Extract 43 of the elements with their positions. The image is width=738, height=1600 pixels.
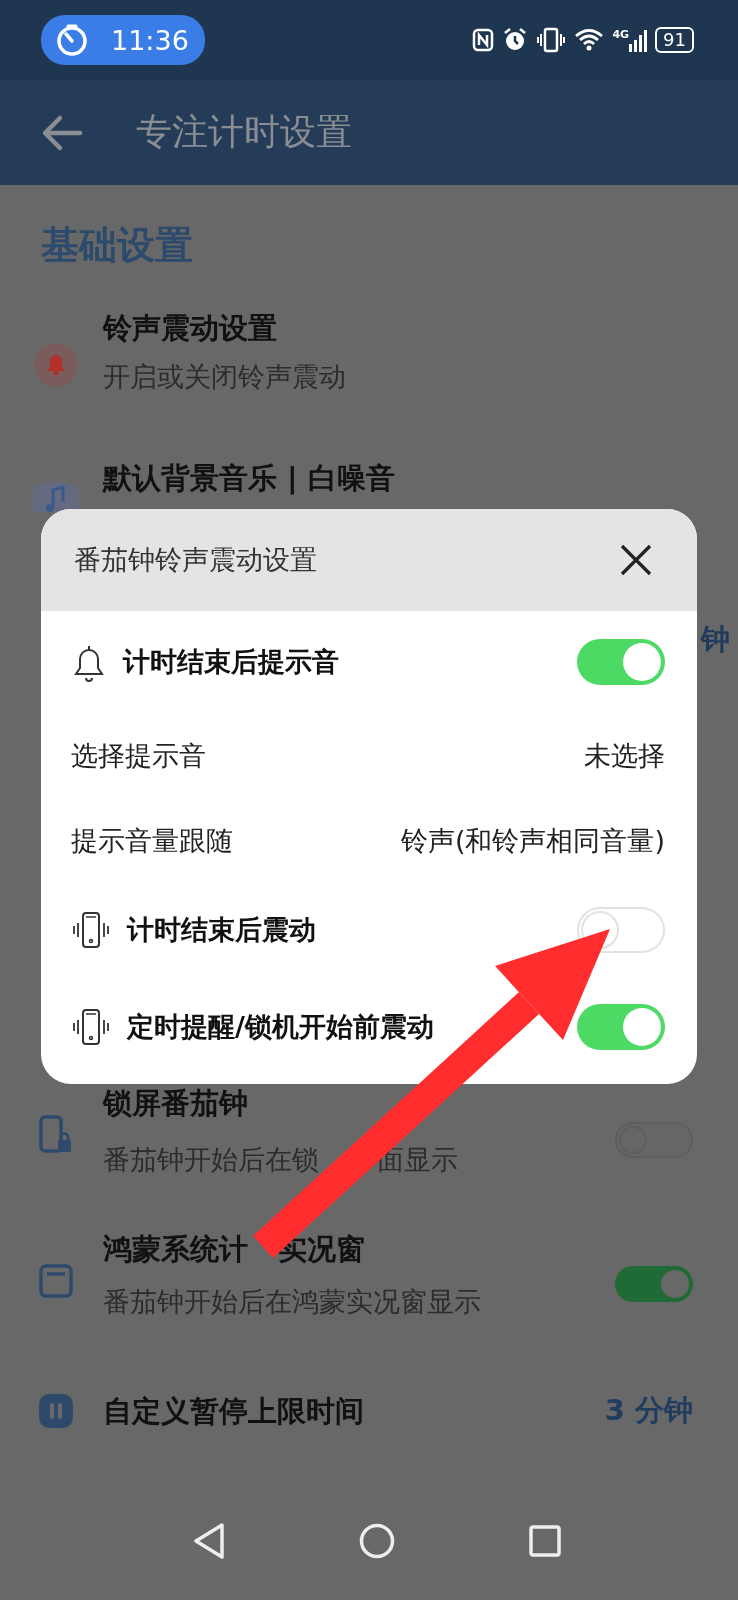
setting-description: 番茄钟开始后在鸿蒙实况窗显示 <box>103 1285 482 1319</box>
option-value[interactable]: 未选择 <box>584 738 665 774</box>
vibrating-phone-icon <box>71 910 111 950</box>
setting-value: 3 分钟 <box>604 1392 693 1429</box>
clock-time: 11:36 <box>111 24 189 56</box>
close-icon[interactable] <box>619 543 653 577</box>
timer-chip[interactable]: 11:36 <box>41 15 205 65</box>
dialog-title: 番茄钟铃声震动设置 <box>74 543 317 577</box>
toggle-switch[interactable] <box>577 1004 665 1050</box>
vibrating-phone-icon <box>71 1007 111 1047</box>
setting-title[interactable]: 默认背景音乐 | 白噪音 <box>103 460 693 496</box>
signal-icon <box>629 28 648 52</box>
toggle-switch[interactable] <box>615 1266 693 1302</box>
setting-title[interactable]: 自定义暂停上限时间 <box>103 1393 605 1429</box>
option-label: 选择提示音 <box>71 739 207 773</box>
setting-title[interactable]: 铃声震动设置 <box>103 310 693 346</box>
section-heading: 基础设置 <box>40 222 194 269</box>
battery-indicator: 91 <box>655 27 694 53</box>
option-label: 定时提醒/锁机开始前震动 <box>127 1010 435 1044</box>
option-label: 计时结束后震动 <box>127 913 317 947</box>
setting-value: 钟 <box>701 621 730 658</box>
recents-icon[interactable] <box>529 1525 562 1557</box>
setting-description: 开启或关闭铃声震动 <box>103 360 347 394</box>
phone-lock-icon <box>37 1115 74 1155</box>
option-label: 计时结束后提示音 <box>123 645 340 679</box>
bell-icon <box>32 342 79 388</box>
setting-title[interactable]: 鸿蒙系统计 <box>103 1231 248 1267</box>
nfc-icon <box>472 28 495 52</box>
wifi-icon <box>574 28 605 52</box>
option-value[interactable]: 铃声(和铃声相同音量) <box>400 823 665 859</box>
window-icon <box>38 1264 73 1298</box>
music-note-icon <box>32 482 79 512</box>
home-icon[interactable] <box>359 1523 396 1559</box>
setting-title[interactable]: 锁屏番茄钟 <box>103 1085 615 1121</box>
setting-description: 番茄钟开始后在锁 <box>103 1143 319 1177</box>
network-type: 4G <box>612 28 630 41</box>
toggle-switch[interactable] <box>577 639 665 685</box>
page-title: 专注计时设置 <box>136 110 352 154</box>
option-label: 提示音量跟随 <box>71 824 234 858</box>
pause-icon <box>38 1394 73 1428</box>
back-nav-icon[interactable] <box>191 1522 226 1560</box>
vibrate-icon <box>536 27 567 53</box>
stopwatch-icon <box>55 23 89 57</box>
